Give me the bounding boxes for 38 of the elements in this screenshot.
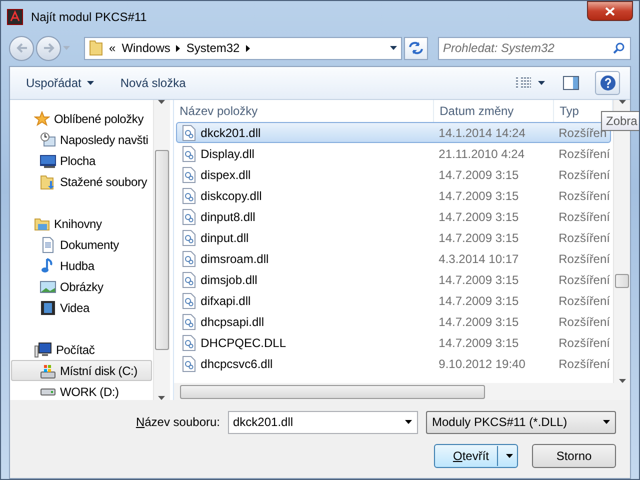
date-cell-text: 14.7.2009 3:15: [438, 210, 520, 224]
date-cell-text: 14.1.2014 14:24: [438, 126, 526, 140]
type-cell-text: Rozšíření: [558, 294, 610, 308]
file-name: diskcopy.dll: [200, 188, 262, 202]
date-cell-text: 14.7.2009 3:15: [438, 336, 520, 350]
window-title: Najít modul PKCS#11: [31, 10, 148, 24]
file-name: dispex.dll: [200, 168, 251, 182]
file-name: difxapi.dll: [200, 294, 251, 308]
date-cell-text: 14.7.2009 3:15: [438, 314, 520, 328]
file-name: dinput8.dll: [200, 210, 256, 224]
file-name: dinput.dll: [200, 230, 249, 244]
date-cell-text: 14.7.2009 3:15: [438, 294, 520, 308]
type-cell-text: Rozšíření: [558, 230, 610, 244]
file-name: Display.dll: [200, 146, 254, 160]
date-cell-text: 14.7.2009 3:15: [438, 188, 520, 202]
file-name: dhcpcsvc6.dll: [200, 356, 273, 370]
file-name: dimsjob.dll: [200, 272, 258, 286]
date-cell-text: 21.11.2010 4:24: [438, 146, 526, 160]
file-name: DHCPQEC.DLL: [200, 336, 286, 350]
type-cell-text: Rozšíření: [558, 336, 610, 350]
tooltip: Zobra: [601, 111, 639, 131]
date-cell-text: 4.3.2014 10:17: [438, 252, 520, 266]
file-name-label: Název souboru:: [136, 415, 220, 429]
file-name: dhcpsapi.dll: [200, 314, 264, 328]
file-name: dimsroam.dll: [200, 252, 269, 266]
type-cell-text: Rozšíření: [558, 314, 610, 328]
type-cell-text: Rozšíření: [558, 146, 610, 160]
type-cell-text: Rozšíření: [558, 188, 610, 202]
type-cell-text: Rozšíření: [558, 252, 610, 266]
type-cell-text: Rozšíření: [558, 168, 610, 182]
date-cell-text: 14.7.2009 3:15: [438, 168, 520, 182]
date-cell-text: 14.7.2009 3:15: [438, 230, 520, 244]
date-cell-text: 9.10.2012 19:40: [438, 356, 526, 370]
type-cell-text: Rozšíření: [558, 272, 610, 286]
date-cell-text: 14.7.2009 3:15: [438, 272, 520, 286]
type-cell-text: Rozšíření: [558, 356, 610, 370]
file-name: dkck201.dll: [200, 126, 261, 140]
type-cell-text: Rozšíření: [558, 210, 610, 224]
